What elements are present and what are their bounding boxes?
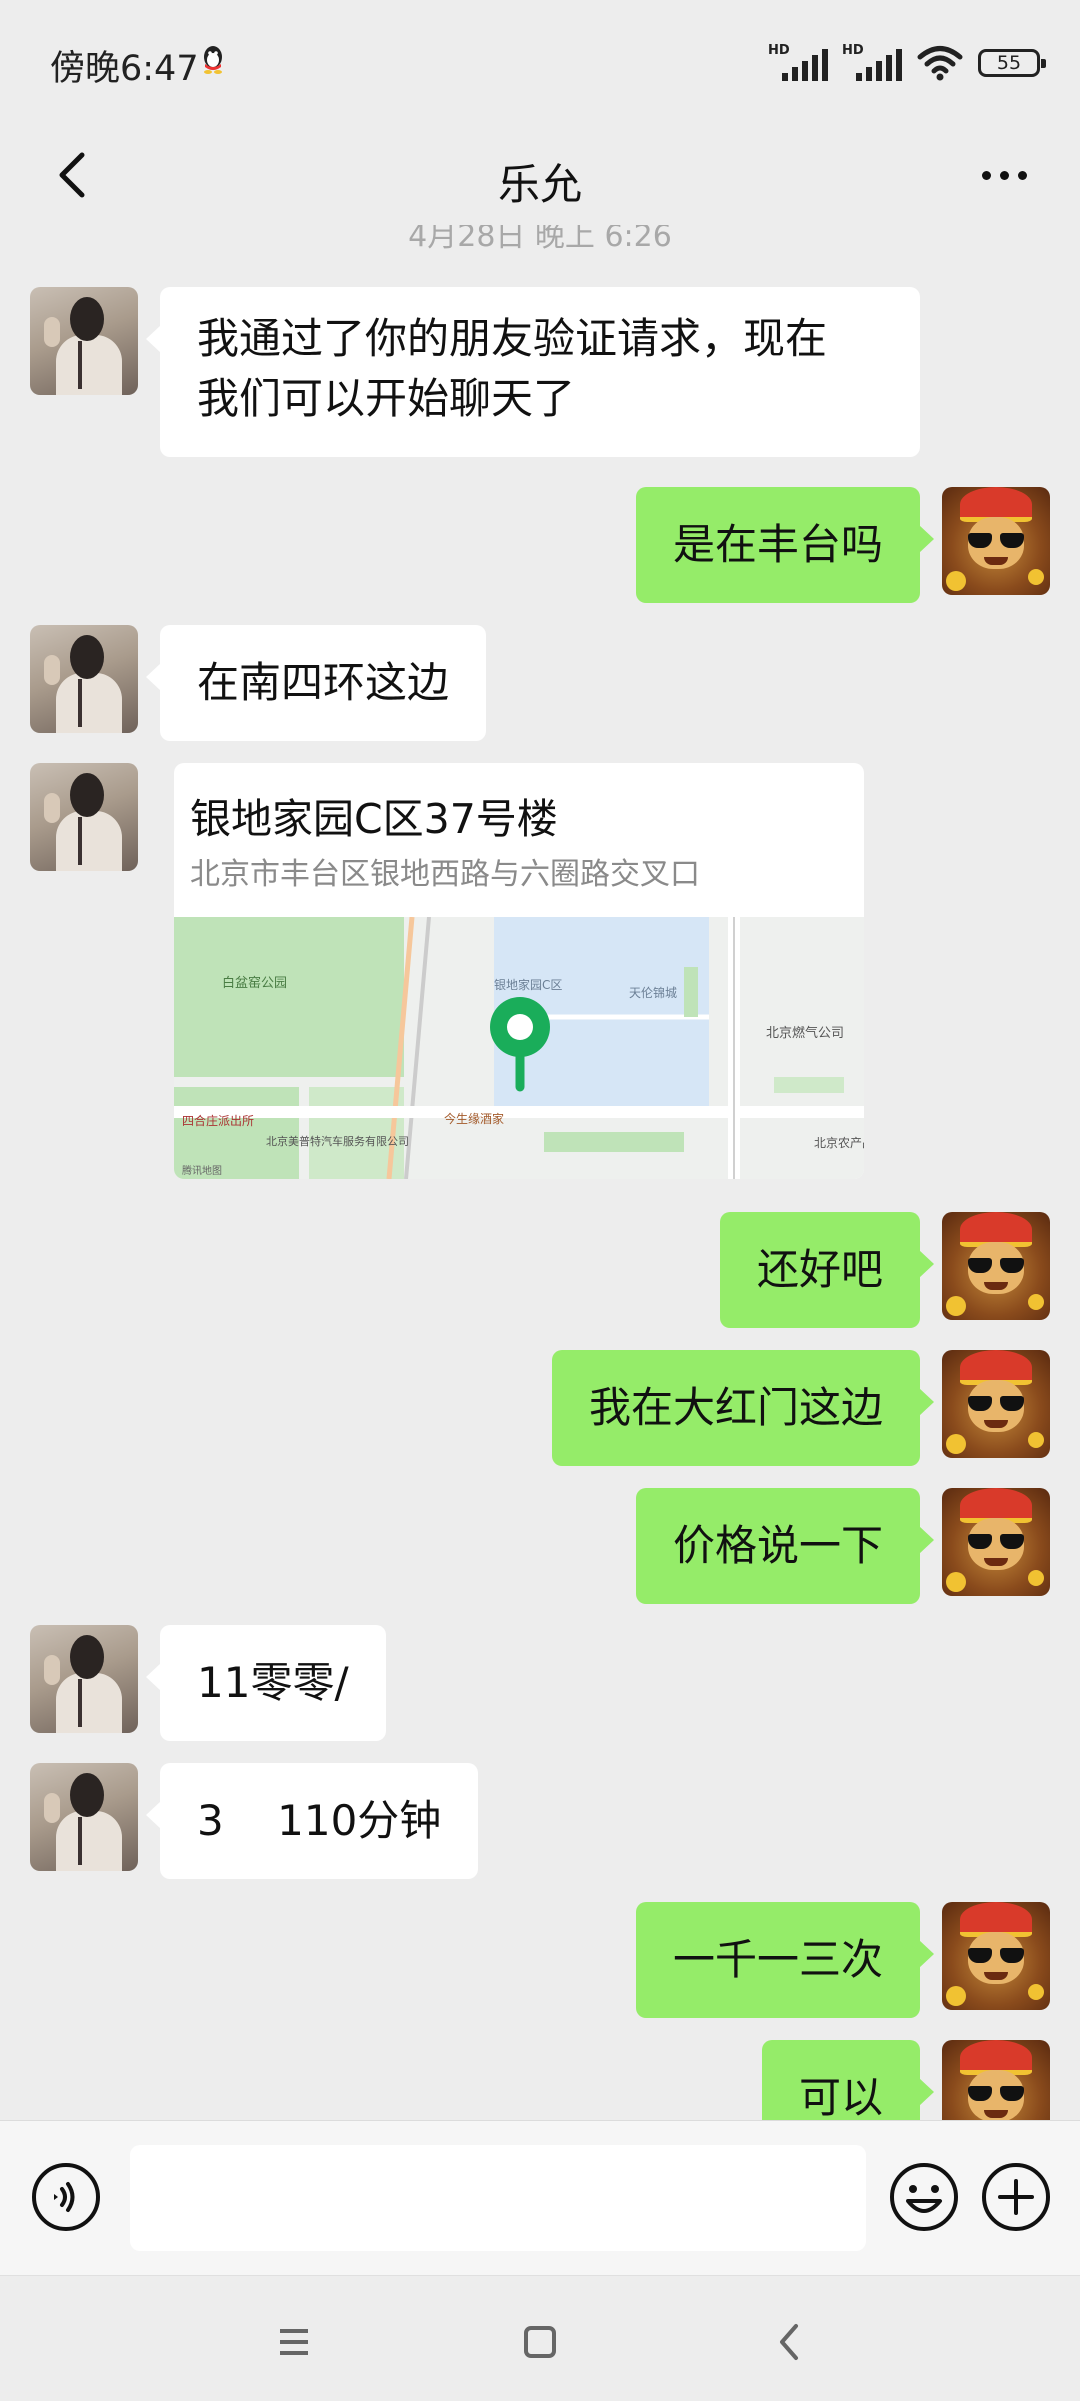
message-bubble[interactable]: 价格说一下 [635,1488,935,1604]
location-card[interactable]: 银地家园C区37号楼 北京市丰台区银地西路与六圈路交叉口 白盆窑公园 银地家园C… [174,763,864,1179]
status-indicators: HD HD 55 [768,38,1046,88]
wifi-icon [917,46,963,81]
svg-text:四合庄派出所: 四合庄派出所 [182,1113,254,1128]
chat-header: 乐允 [0,125,1080,225]
avatar[interactable] [942,1488,1050,1596]
message-bubble[interactable]: 可以 [761,2040,935,2120]
svg-text:今生缘酒家: 今生缘酒家 [444,1111,504,1126]
svg-text:天伦锦城: 天伦锦城 [629,985,677,1000]
avatar[interactable] [942,487,1050,595]
message-bubble[interactable]: 3 110分钟 [145,1763,479,1879]
avatar[interactable] [30,1625,138,1733]
battery-icon: 55 [978,49,1046,77]
svg-text:北京燃气公司: 北京燃气公司 [766,1025,844,1041]
page-title: 乐允 [497,160,582,209]
message-bubble[interactable]: 11零零/ [146,1625,386,1741]
signal-1-icon: HD [768,43,828,83]
voice-icon[interactable] [30,2161,102,2233]
message-bubble[interactable]: 是在丰台吗 [635,487,935,603]
plus-icon[interactable] [980,2161,1052,2233]
status-time: 傍晚6:47 [50,49,199,89]
message-input[interactable] [130,2145,866,2251]
message-bubble[interactable]: 还好吧 [719,1212,935,1328]
avatar[interactable] [942,1212,1050,1320]
avatar[interactable] [942,1902,1050,2010]
chat-timestamp: 4月28日 晚上 6:26 [408,225,672,254]
menu-icon[interactable] [262,2314,326,2370]
smiley-icon[interactable] [888,2161,960,2233]
avatar[interactable] [30,1763,138,1871]
message-bubble[interactable]: 我通过了你的朋友验证请求，现在 我们可以开始聊天了 [146,287,920,457]
message-bubble[interactable]: 在南四环这边 [145,625,487,741]
avatar[interactable] [30,763,138,871]
chat-area[interactable]: 4月28日 晚上 6:26 我通过了你的朋友验证请求，现在 我们可以开始聊天了 … [0,225,1080,2120]
avatar[interactable] [942,2040,1050,2120]
location-name: 银地家园C区37号楼 [190,795,558,843]
input-bar [0,2120,1080,2276]
signal-2-icon: HD [842,43,902,83]
message-bubble[interactable]: 一千一三次 [635,1902,935,2018]
back-triangle-icon[interactable] [758,2314,822,2370]
svg-text:北京美普特汽车服务有限公司: 北京美普特汽车服务有限公司 [266,1134,409,1148]
more-dots-icon[interactable] [968,139,1040,211]
svg-text:银地家园C区: 银地家园C区 [494,977,562,992]
message-bubble[interactable]: 我在大红门这边 [551,1350,935,1466]
home-square-icon[interactable] [508,2314,572,2370]
avatar[interactable] [30,287,138,395]
status-bar: 傍晚6:47 HD HD 55 [0,0,1080,125]
svg-text:白盆窑公园: 白盆窑公园 [222,975,287,991]
qq-penguin-icon [204,46,222,74]
location-address: 北京市丰台区银地西路与六圈路交叉口 [190,857,700,892]
avatar[interactable] [30,625,138,733]
avatar[interactable] [942,1350,1050,1458]
system-navigation-bar [0,2275,1080,2401]
svg-text:腾讯地图: 腾讯地图 [182,1164,222,1177]
svg-text:北京农产品: 北京农产品 [814,1136,864,1150]
map-preview[interactable]: 白盆窑公园 银地家园C区 天伦锦城 北京燃气公司 四合庄派出所 北京美普特汽车服… [174,917,864,1179]
